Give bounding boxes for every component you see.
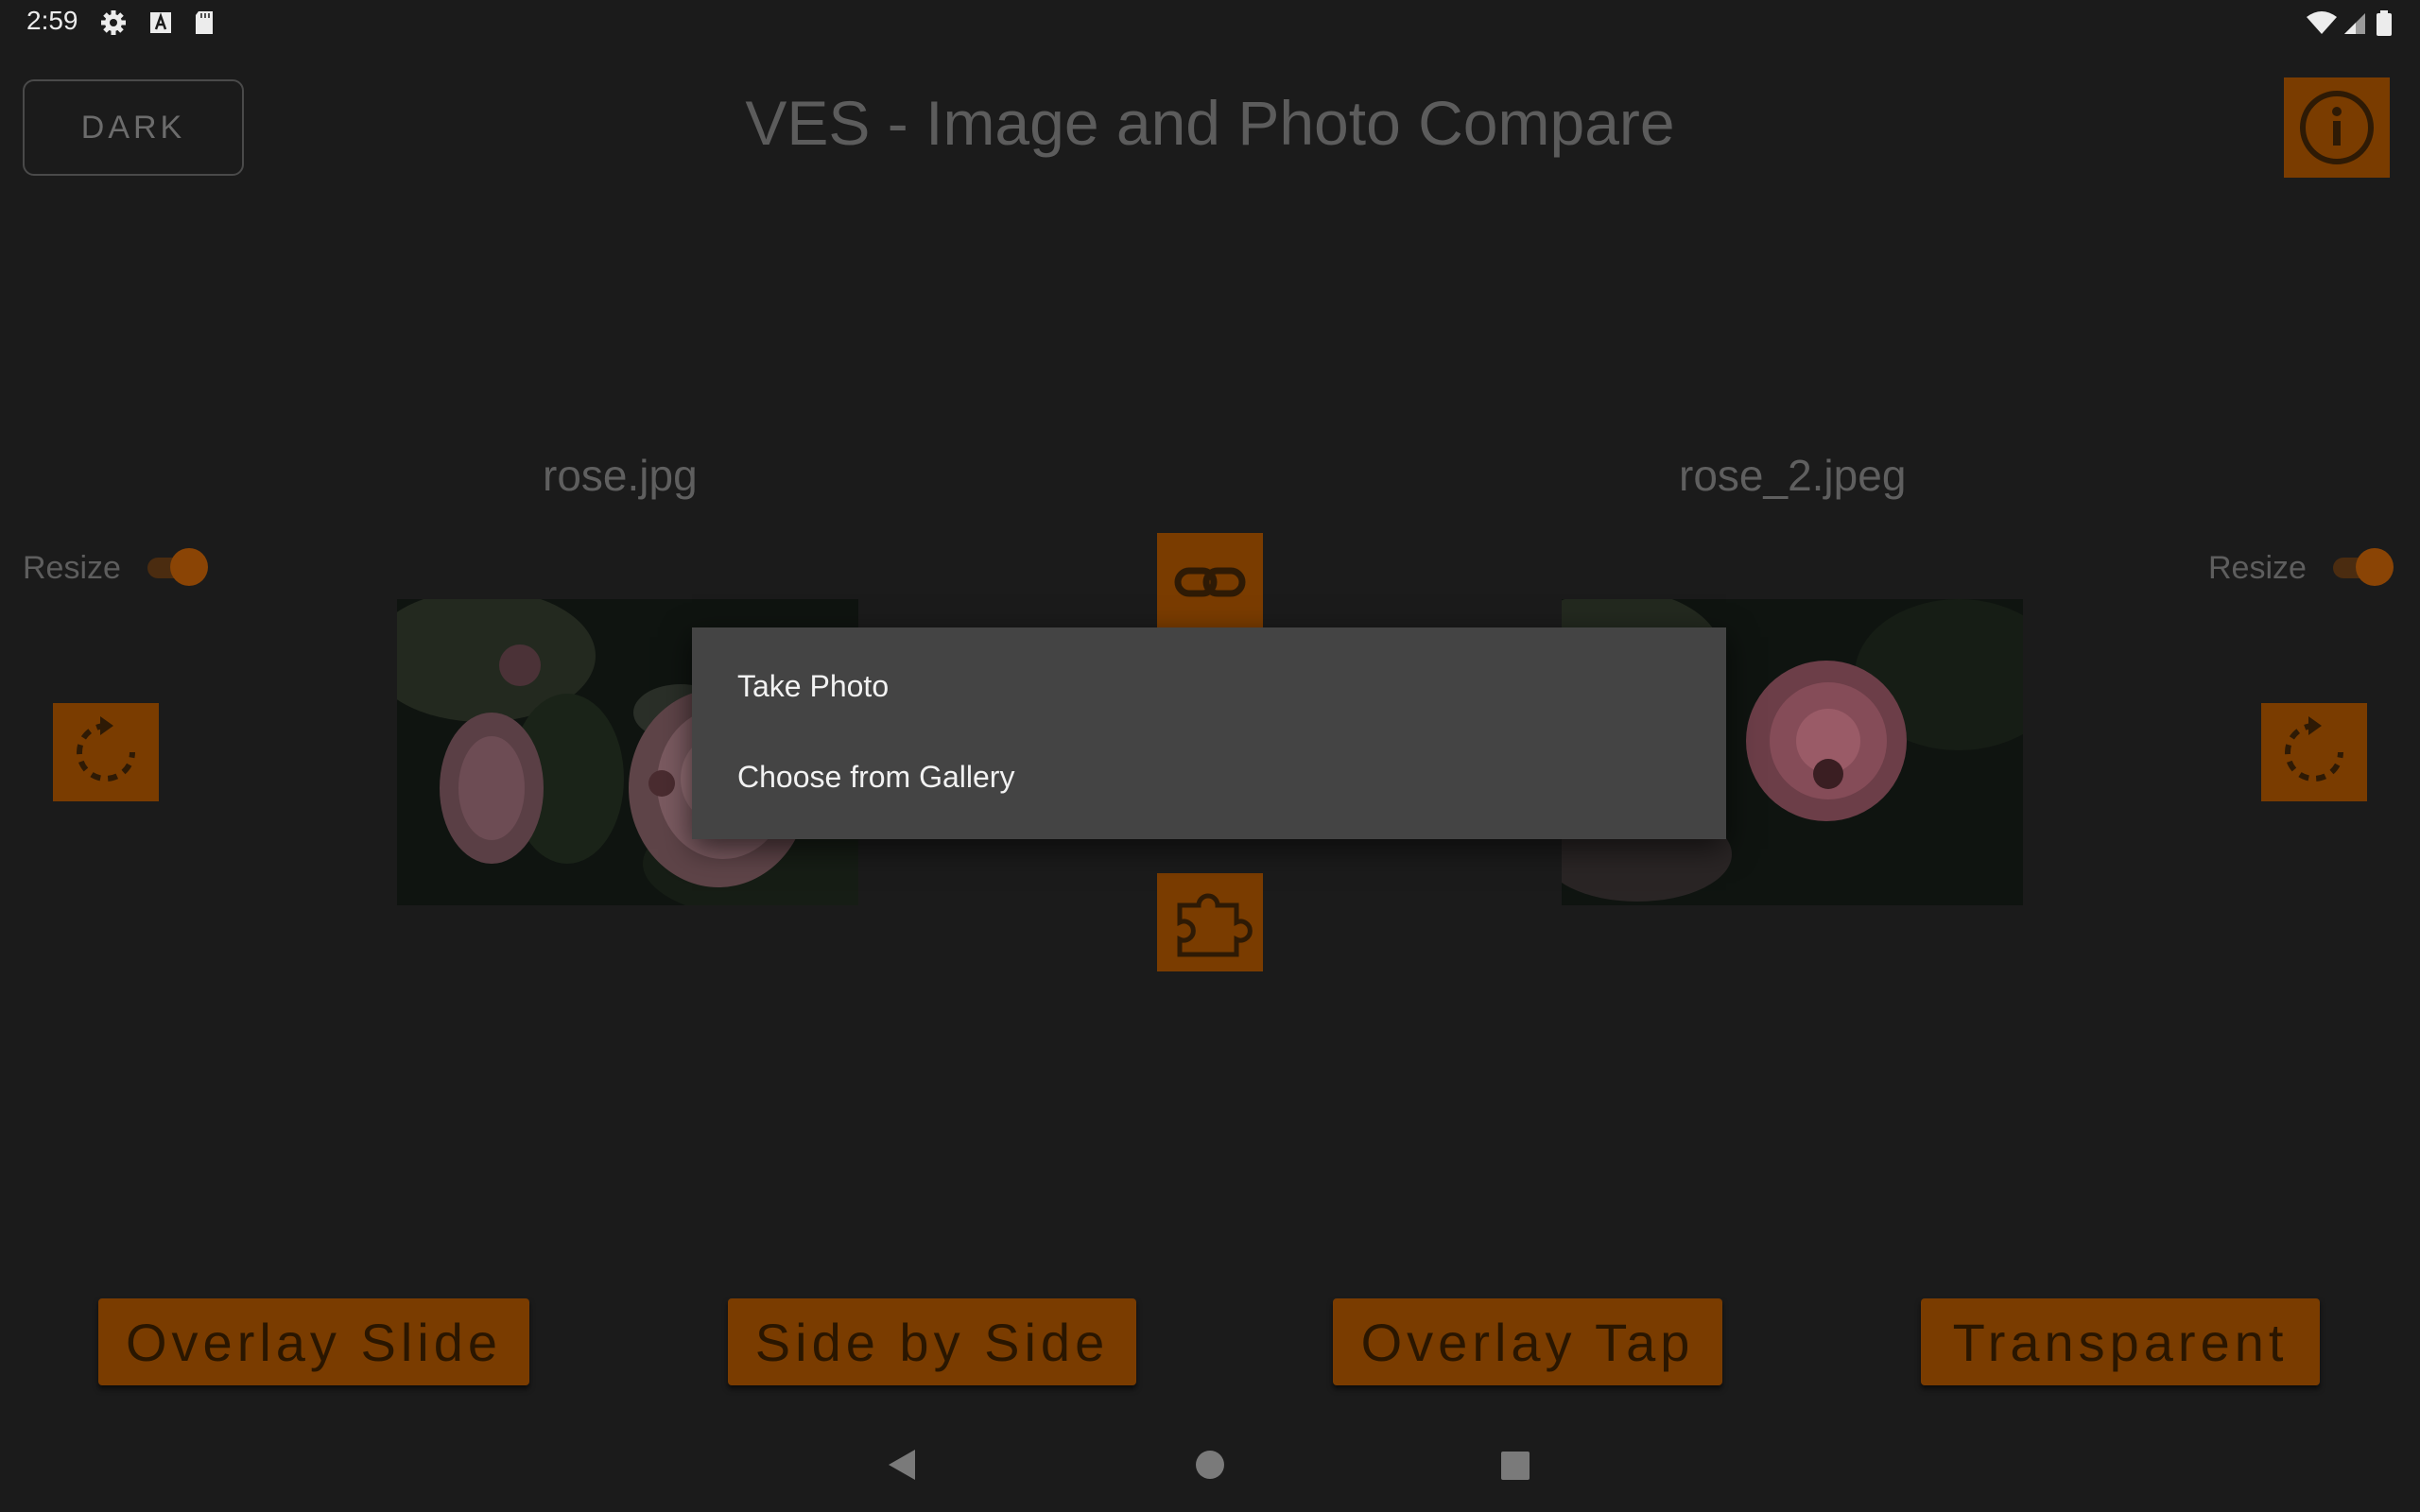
overlay-tap-button[interactable]: Overlay Tap (1333, 1298, 1722, 1385)
rotate-icon (77, 716, 135, 782)
puzzle-icon (1177, 893, 1253, 957)
left-file-name: rose.jpg (543, 451, 698, 500)
image-source-dialog: Take Photo Choose from Gallery (692, 627, 1726, 839)
right-resize-label: Resize (2208, 550, 2307, 586)
left-resize-toggle[interactable] (144, 548, 210, 586)
overlay-slide-button[interactable]: Overlay Slide (98, 1298, 529, 1385)
info-icon (2300, 91, 2374, 164)
settings-icon (98, 8, 129, 38)
side-by-side-button[interactable]: Side by Side (728, 1298, 1136, 1385)
left-rotate-button[interactable] (53, 703, 159, 801)
back-icon[interactable] (883, 1446, 921, 1484)
rotate-icon (2285, 716, 2343, 782)
battery-icon (2373, 8, 2395, 38)
wifi-icon (2305, 8, 2339, 38)
transparent-button[interactable]: Transparent (1921, 1298, 2320, 1385)
app-title: VES - Image and Photo Compare (745, 88, 1675, 158)
home-icon[interactable] (1195, 1450, 1225, 1480)
link-icon (1174, 567, 1246, 597)
puzzle-button[interactable] (1157, 873, 1263, 971)
recents-icon[interactable] (1501, 1452, 1530, 1480)
a-icon (146, 8, 176, 38)
right-resize-toggle[interactable] (2329, 548, 2395, 586)
status-time: 2:59 (26, 6, 78, 35)
choose-from-gallery-option[interactable]: Choose from Gallery (737, 760, 1014, 795)
signal-icon (2341, 8, 2371, 38)
right-file-name: rose_2.jpeg (1679, 451, 1907, 500)
link-button[interactable] (1157, 533, 1263, 631)
left-resize-label: Resize (23, 550, 121, 586)
status-bar: 2:59 (0, 0, 2420, 45)
sd-card-icon (189, 8, 219, 38)
take-photo-option[interactable]: Take Photo (737, 669, 889, 704)
info-button[interactable] (2284, 77, 2390, 178)
right-rotate-button[interactable] (2261, 703, 2367, 801)
